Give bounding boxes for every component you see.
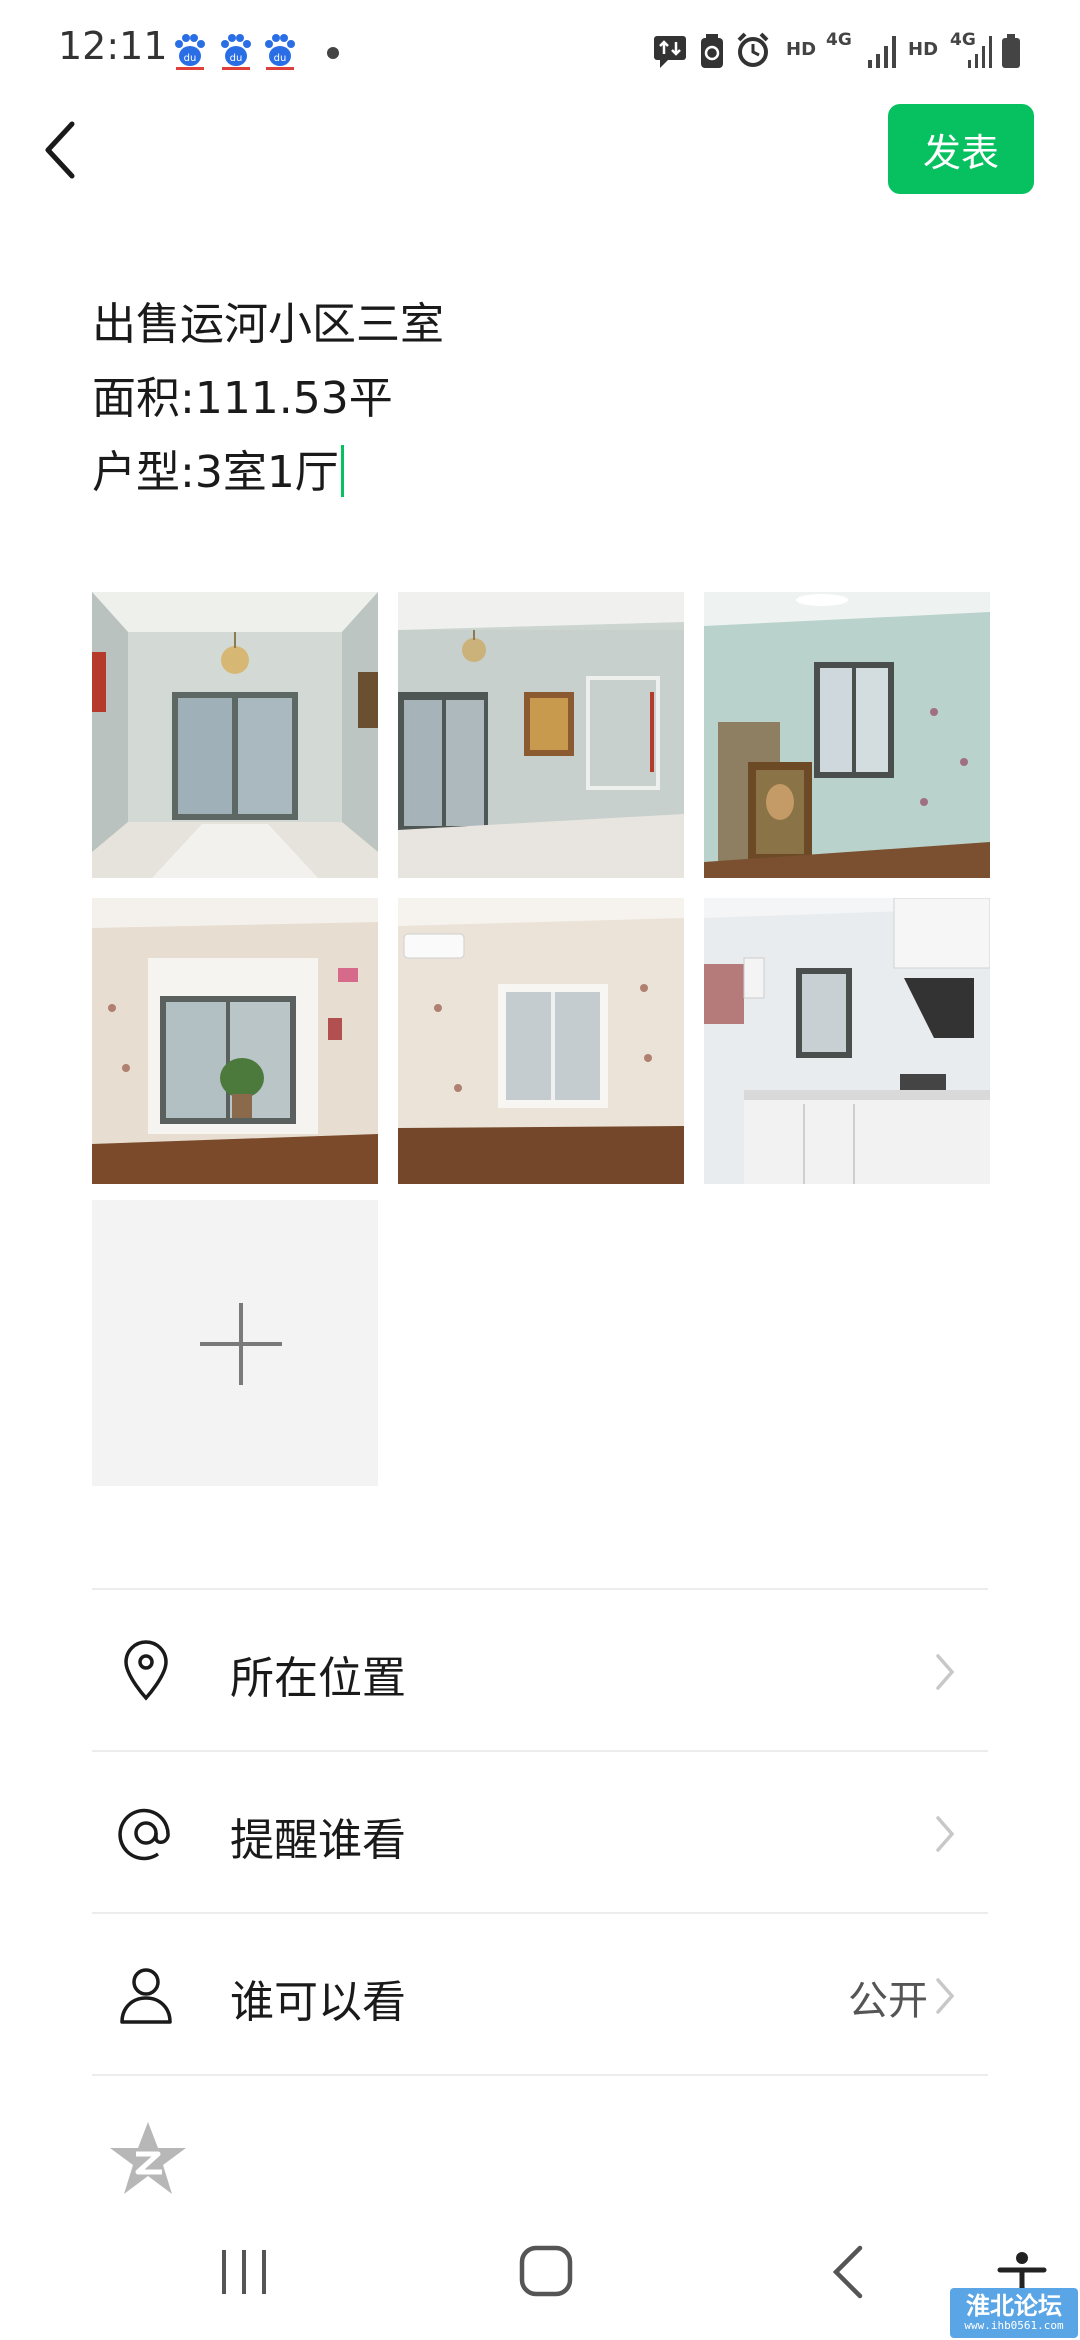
dot-icon	[327, 47, 339, 59]
4g-signal-icon: 4G	[826, 30, 852, 50]
divider	[92, 2074, 988, 2076]
post-text-input[interactable]: 出售运河小区三室 面积:111.53平 户型:3室1厅	[92, 288, 992, 510]
location-pin-icon	[124, 1640, 168, 1701]
chevron-right-icon	[936, 1816, 955, 1852]
mention-label: 提醒谁看	[230, 1815, 406, 1866]
battery-icon	[1002, 34, 1020, 68]
mention-row[interactable]: 提醒谁看	[92, 1750, 988, 1914]
moments-compose-screen: 12:11 du du du HD 4G HD 4G 发表 出售运河小区三室 面…	[0, 0, 1080, 2340]
post-line: 出售运河小区三室	[92, 299, 444, 350]
visibility-value: 公开	[848, 1978, 928, 2024]
photo-thumbnail[interactable]	[704, 592, 990, 878]
text-caret	[340, 445, 344, 497]
chevron-right-icon	[936, 1978, 955, 2014]
svg-text:du: du	[274, 53, 287, 64]
battery-saver-icon	[701, 34, 723, 68]
status-bar: 12:11 du du du HD 4G HD 4G	[0, 0, 1080, 100]
chevron-left-icon[interactable]	[30, 112, 90, 188]
photo-thumbnail[interactable]	[398, 898, 684, 1184]
photo-thumbnail[interactable]	[92, 592, 378, 878]
visibility-label: 谁可以看	[230, 1977, 406, 2028]
recents-icon[interactable]	[216, 2242, 272, 2302]
hd-signal-icon: HD	[908, 39, 939, 60]
hd-signal-icon: HD	[786, 39, 817, 60]
home-icon[interactable]	[516, 2240, 576, 2302]
signal-bars-icon	[968, 36, 992, 68]
photo-thumbnail[interactable]	[704, 898, 990, 1184]
watermark-title: 淮北论坛	[966, 2292, 1062, 2320]
status-time: 12:11	[58, 24, 168, 68]
qzone-star-icon[interactable]	[108, 2118, 188, 2198]
svg-text:du: du	[184, 53, 197, 64]
chevron-right-icon	[936, 1654, 955, 1690]
svg-text:du: du	[230, 53, 243, 64]
back-icon[interactable]	[826, 2242, 870, 2302]
at-sign-icon	[118, 1808, 170, 1861]
system-nav-bar	[0, 2210, 1080, 2340]
photo-thumbnail[interactable]	[398, 592, 684, 878]
message-sync-icon	[654, 36, 686, 68]
baidu-icon: du	[265, 34, 295, 70]
plus-icon	[200, 1303, 282, 1385]
watermark-url: www.ihb0561.com	[964, 2319, 1064, 2332]
person-icon	[120, 1968, 172, 2024]
visibility-row[interactable]: 谁可以看 公开	[92, 1912, 988, 2076]
location-label: 所在位置	[230, 1653, 406, 1704]
baidu-icon: du	[221, 34, 251, 70]
watermark-logo: 淮北论坛 www.ihb0561.com	[950, 2288, 1078, 2338]
add-photo-button[interactable]	[92, 1200, 378, 1486]
photo-thumbnail[interactable]	[92, 898, 378, 1184]
alarm-icon	[737, 32, 769, 67]
location-row[interactable]: 所在位置	[92, 1588, 988, 1752]
signal-bars-icon	[868, 36, 896, 68]
post-line: 户型:3室1厅	[92, 447, 339, 498]
post-line: 面积:111.53平	[92, 373, 393, 424]
publish-button[interactable]: 发表	[888, 104, 1034, 194]
baidu-icon: du	[175, 34, 205, 70]
